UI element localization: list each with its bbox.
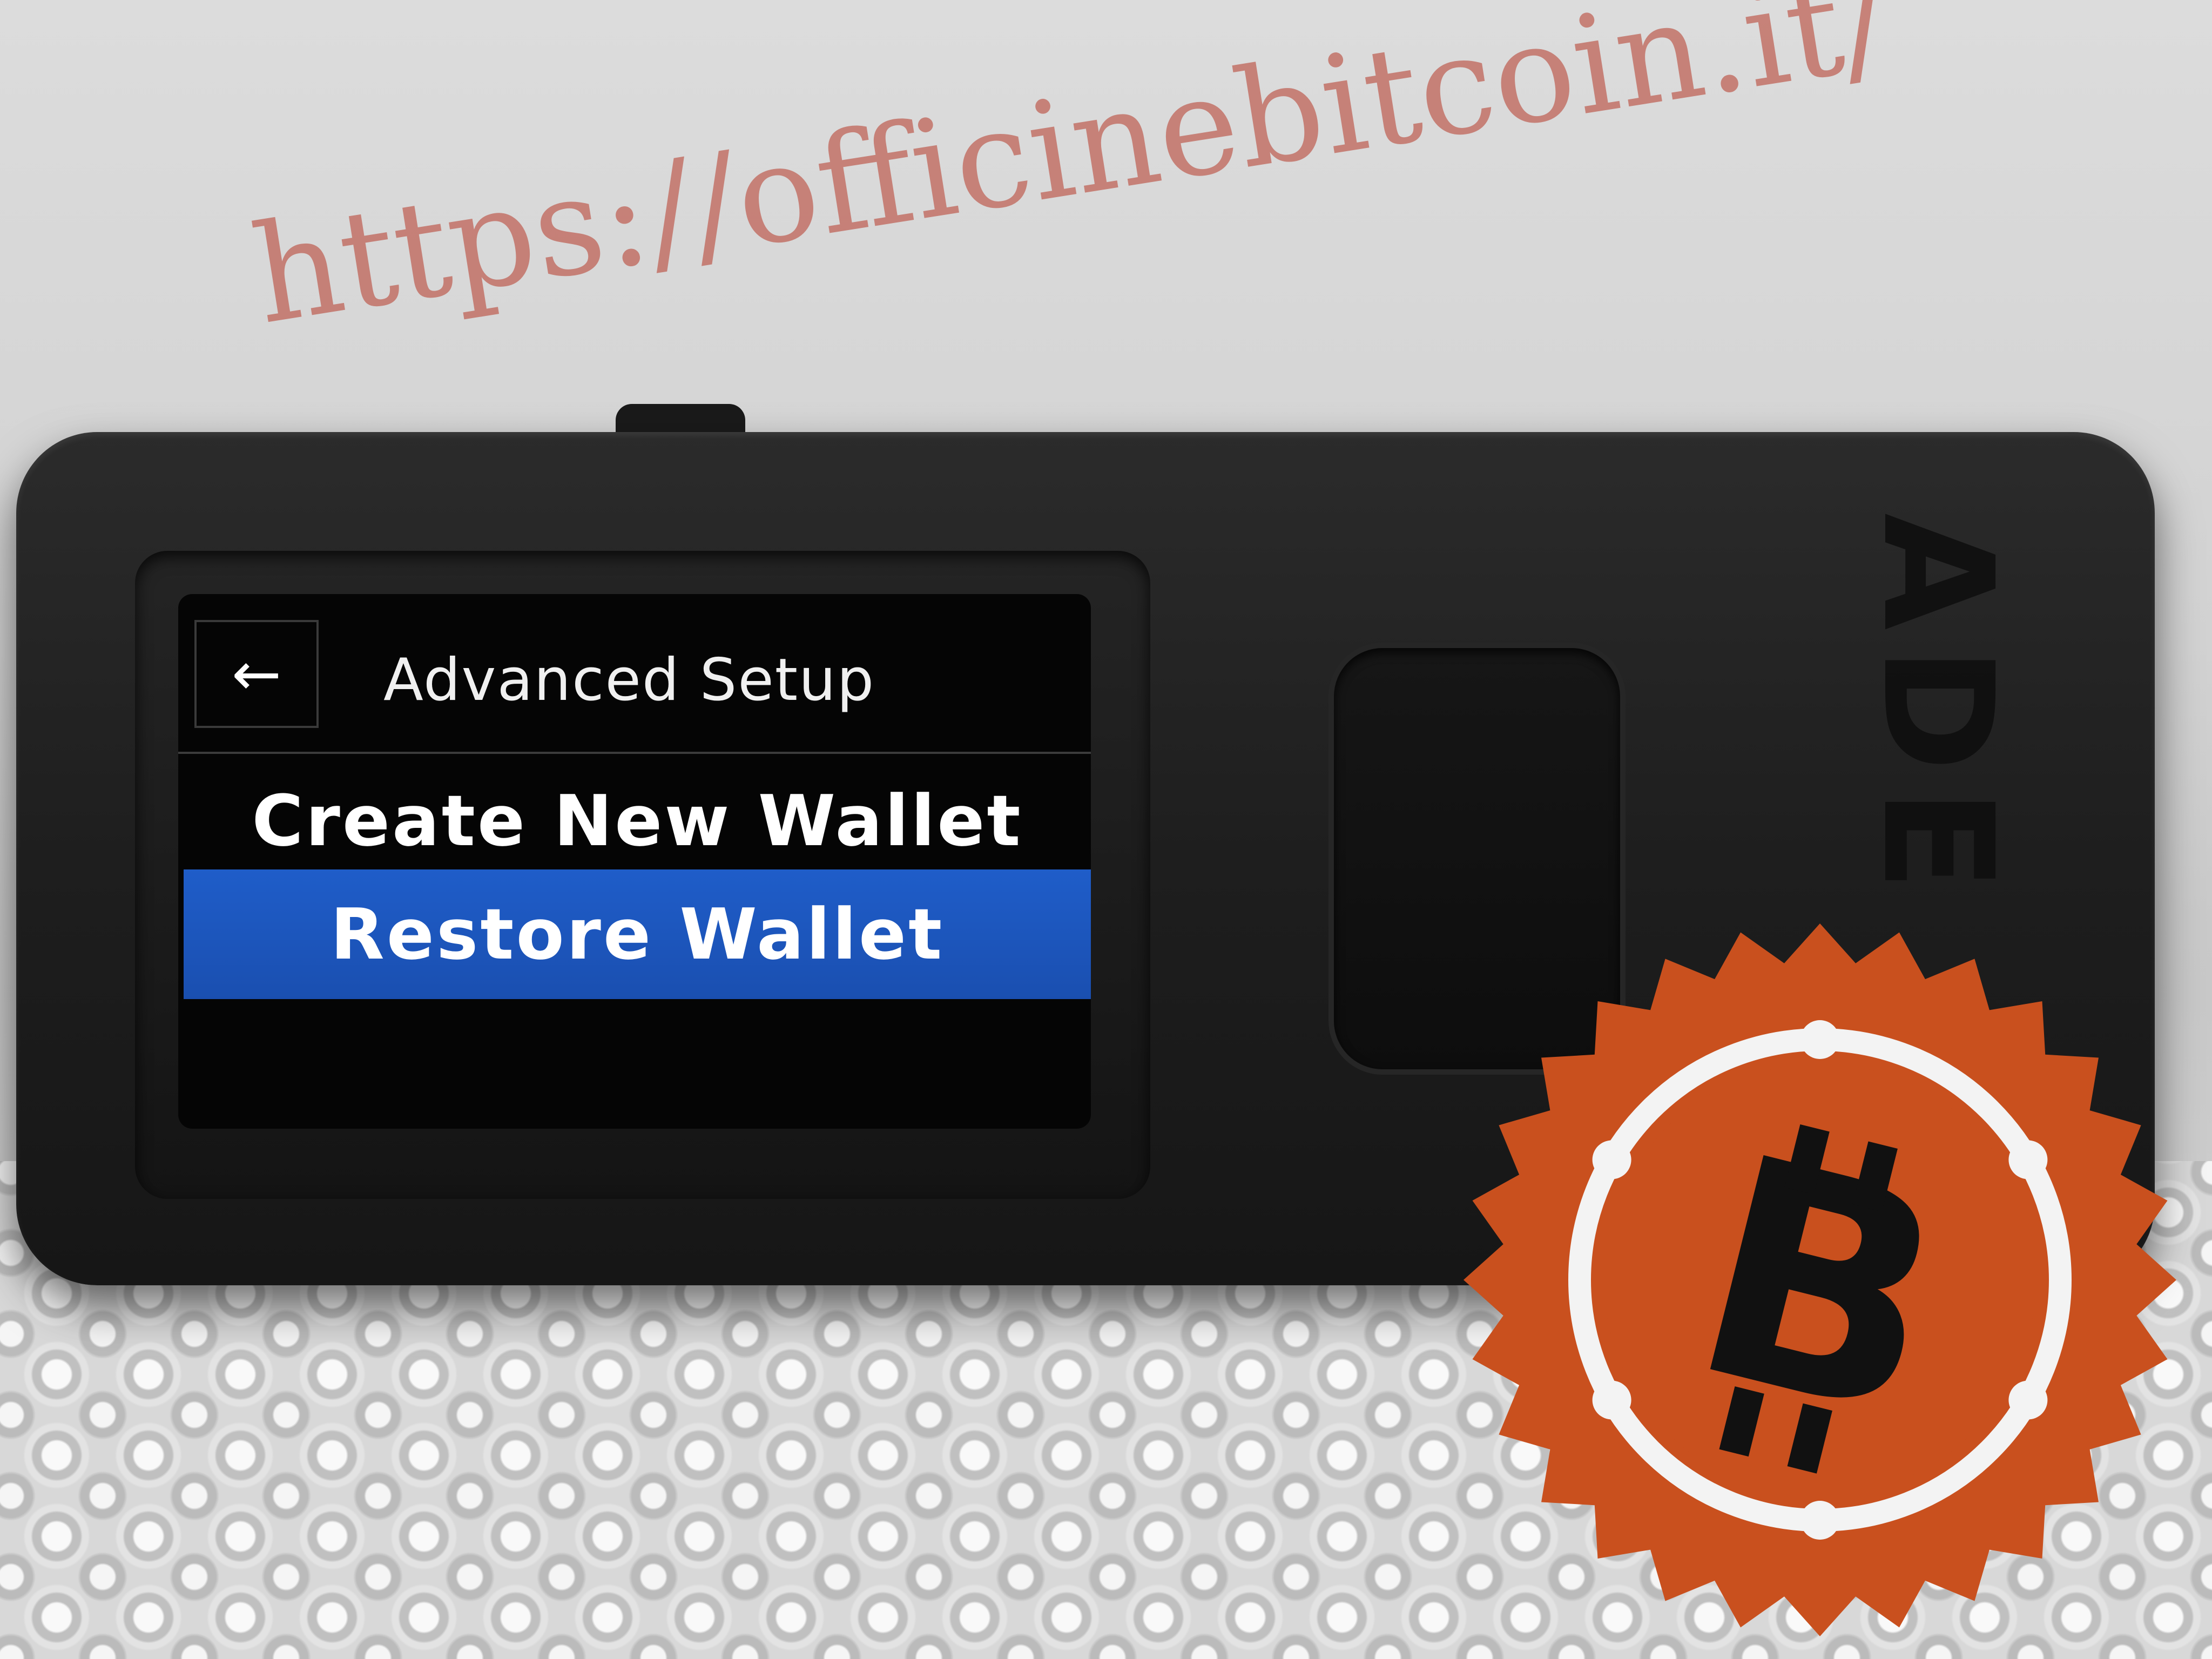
seal-ring-dot — [1592, 1140, 1631, 1179]
screen-title: Advanced Setup — [383, 646, 875, 714]
back-arrow-icon: ← — [231, 639, 282, 709]
screen-header: ← Advanced Setup — [178, 594, 1091, 756]
bitcoin-seal-logo: B — [1464, 923, 2176, 1636]
menu-item-restore-wallet[interactable]: Restore Wallet — [184, 869, 1091, 999]
back-button[interactable]: ← — [194, 620, 319, 728]
device-screen: ← Advanced Setup Create New Wallet Resto… — [178, 594, 1091, 1129]
seal-ring-dot — [1800, 1501, 1839, 1540]
header-divider — [178, 752, 1091, 754]
seal-ring-dot — [1800, 1020, 1839, 1059]
seal-ring-dot — [2008, 1140, 2048, 1179]
photo-scene: ADE ← Advanced Setup Create New Wallet R… — [0, 0, 2212, 1659]
menu-item-label: Create New Wallet — [252, 780, 1023, 862]
menu-item-create-new-wallet[interactable]: Create New Wallet — [184, 756, 1091, 886]
menu-item-label: Restore Wallet — [330, 893, 945, 975]
seal-ring-dot — [2008, 1380, 2048, 1420]
seal-ring-dot — [1592, 1380, 1631, 1420]
